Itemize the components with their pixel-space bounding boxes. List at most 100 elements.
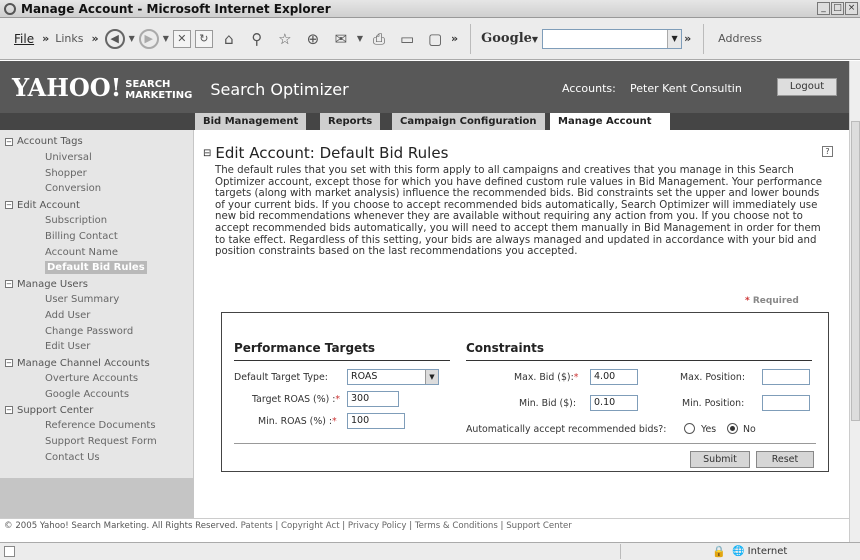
target-roas-input[interactable]: 300 (347, 391, 399, 407)
maximize-icon[interactable]: □ (831, 2, 844, 15)
min-roas-input[interactable]: 100 (347, 413, 405, 429)
constraints-heading: Constraints (466, 341, 545, 355)
close-icon[interactable]: × (845, 2, 858, 15)
target-roas-label: Target ROAS (%) :* (252, 394, 341, 405)
sidebar-item-subscription[interactable]: Subscription (0, 213, 193, 229)
form-divider (234, 443, 816, 444)
tab-manage-account[interactable]: Manage Account (550, 113, 670, 130)
sidebar-section-account-tags[interactable]: − Account Tags (0, 134, 193, 150)
site-header: YAHOO! SEARCH MARKETING Search Optimizer… (0, 61, 860, 113)
forward-icon[interactable]: ▶ (138, 28, 159, 49)
favorites-icon[interactable]: ☆ (273, 27, 297, 51)
account-selector[interactable]: Peter Kent Consultin (630, 82, 742, 95)
sidebar-item-universal[interactable]: Universal (0, 150, 193, 166)
sidebar-footer-band (0, 478, 194, 518)
sidebar-section-edit-account[interactable]: − Edit Account (0, 197, 193, 213)
sidebar-item-add-user[interactable]: Add User (0, 308, 193, 324)
mail-icon[interactable]: ✉ (329, 27, 353, 51)
collapse-icon[interactable]: − (5, 359, 13, 368)
max-position-input[interactable] (762, 369, 810, 385)
window-controls: _ □ × (817, 2, 858, 15)
heading-divider (234, 360, 450, 361)
auto-accept-no-radio[interactable] (727, 423, 738, 434)
sidebar-item-change-password[interactable]: Change Password (0, 324, 193, 340)
stop-icon[interactable]: ✕ (172, 29, 191, 48)
page-footer: © 2005 Yahoo! Search Marketing. All Righ… (0, 518, 860, 542)
target-type-select[interactable]: ROAS ▼ (347, 369, 439, 385)
max-bid-input[interactable]: 4.00 (590, 369, 638, 385)
footer-link-patents[interactable]: Patents (241, 521, 273, 531)
sidebar-item-user-summary[interactable]: User Summary (0, 292, 193, 308)
page-title: ⊟ Edit Account: Default Bid Rules (203, 144, 449, 162)
footer-link-terms[interactable]: Terms & Conditions (415, 521, 498, 531)
product-name: Search Optimizer (210, 79, 349, 99)
footer-link-privacy-policy[interactable]: Privacy Policy (348, 521, 407, 531)
page-scrollbar[interactable] (849, 61, 860, 542)
logout-button[interactable]: Logout (777, 78, 837, 96)
file-menu[interactable]: File (14, 32, 34, 46)
sidebar-item-shopper[interactable]: Shopper (0, 166, 193, 182)
sidebar-item-contact-us[interactable]: Contact Us (0, 450, 193, 466)
window-titlebar: Manage Account - Microsoft Internet Expl… (0, 0, 860, 18)
sidebar-item-account-name[interactable]: Account Name (0, 245, 193, 261)
sidebar-item-google-accounts[interactable]: Google Accounts (0, 387, 193, 403)
google-search-dropdown-icon[interactable]: ▼ (667, 29, 682, 48)
chevron-down-icon[interactable]: ▼ (425, 370, 438, 384)
sidebar-item-overture-accounts[interactable]: Overture Accounts (0, 371, 193, 387)
footer-link-support-center[interactable]: Support Center (506, 521, 572, 531)
google-search-input[interactable]: ▼ (542, 28, 683, 49)
collapse-icon[interactable]: − (5, 280, 13, 289)
sidebar-item-support-request-form[interactable]: Support Request Form (0, 434, 193, 450)
toolbar-overflow-icon[interactable]: » (451, 32, 458, 45)
address-bar-label[interactable]: Address (718, 32, 762, 45)
sidebar-item-edit-user[interactable]: Edit User (0, 339, 193, 355)
required-note: * Required (745, 296, 799, 306)
back-icon[interactable]: ◀ (104, 28, 125, 49)
browser-toolbar: File » Links » ◀ ▼ ▶ ▼ ✕ ↻ ⌂ ⚲ ☆ ⊕ ✉ ▼ ⎙… (0, 18, 860, 60)
bid-rules-form: Performance Targets Constraints Default … (221, 312, 829, 472)
main-content: ⊟ Edit Account: Default Bid Rules ? The d… (195, 130, 845, 518)
footer-link-copyright-act[interactable]: Copyright Act (281, 521, 340, 531)
print-icon[interactable]: ⎙ (367, 27, 391, 51)
sidebar-item-conversion[interactable]: Conversion (0, 181, 193, 197)
auto-accept-label: Automatically accept recommended bids?: (466, 424, 667, 435)
submit-button[interactable]: Submit (690, 451, 750, 468)
min-bid-input[interactable]: 0.10 (590, 395, 638, 411)
google-overflow-icon[interactable]: » (684, 32, 691, 45)
back-dropdown-icon[interactable]: ▼ (129, 34, 135, 43)
forward-dropdown-icon[interactable]: ▼ (163, 34, 169, 43)
discuss-icon[interactable]: ▢ (423, 27, 447, 51)
links-toolbar[interactable]: Links (55, 32, 83, 45)
sidebar-item-billing-contact[interactable]: Billing Contact (0, 229, 193, 245)
links-overflow-icon[interactable]: » (91, 32, 98, 45)
edit-icon[interactable]: ▭ (395, 27, 419, 51)
mail-dropdown-icon[interactable]: ▼ (357, 34, 363, 43)
search-icon[interactable]: ⚲ (245, 27, 269, 51)
min-position-input[interactable] (762, 395, 810, 411)
collapse-icon[interactable]: − (5, 201, 13, 210)
sidebar-section-support-center[interactable]: − Support Center (0, 403, 193, 419)
help-icon[interactable]: ? (822, 146, 833, 157)
tab-bid-management[interactable]: Bid Management (195, 113, 307, 130)
tab-campaign-configuration[interactable]: Campaign Configuration (392, 113, 545, 130)
home-icon[interactable]: ⌂ (217, 27, 241, 51)
sidebar-section-manage-users[interactable]: − Manage Users (0, 276, 193, 292)
refresh-icon[interactable]: ↻ (194, 29, 213, 48)
page-description: The default rules that you set with this… (215, 165, 823, 258)
menu-overflow-icon[interactable]: » (42, 32, 49, 45)
sidebar-item-default-bid-rules[interactable]: Default Bid Rules (0, 260, 193, 276)
sidebar-item-reference-documents[interactable]: Reference Documents (0, 418, 193, 434)
target-type-label: Default Target Type: (234, 372, 328, 383)
tab-reports[interactable]: Reports (320, 113, 381, 130)
google-toolbar-logo[interactable]: Google▼ (481, 31, 538, 46)
collapse-icon[interactable]: − (5, 406, 13, 415)
collapse-icon[interactable]: ⊟ (203, 148, 211, 159)
auto-accept-yes-radio[interactable] (684, 423, 695, 434)
max-position-label: Max. Position: (680, 372, 746, 383)
scrollbar-thumb[interactable] (851, 121, 860, 421)
minimize-icon[interactable]: _ (817, 2, 830, 15)
reset-button[interactable]: Reset (756, 451, 814, 468)
collapse-icon[interactable]: − (5, 137, 13, 146)
sidebar-section-manage-channel-accounts[interactable]: − Manage Channel Accounts (0, 355, 193, 371)
history-icon[interactable]: ⊕ (301, 27, 325, 51)
